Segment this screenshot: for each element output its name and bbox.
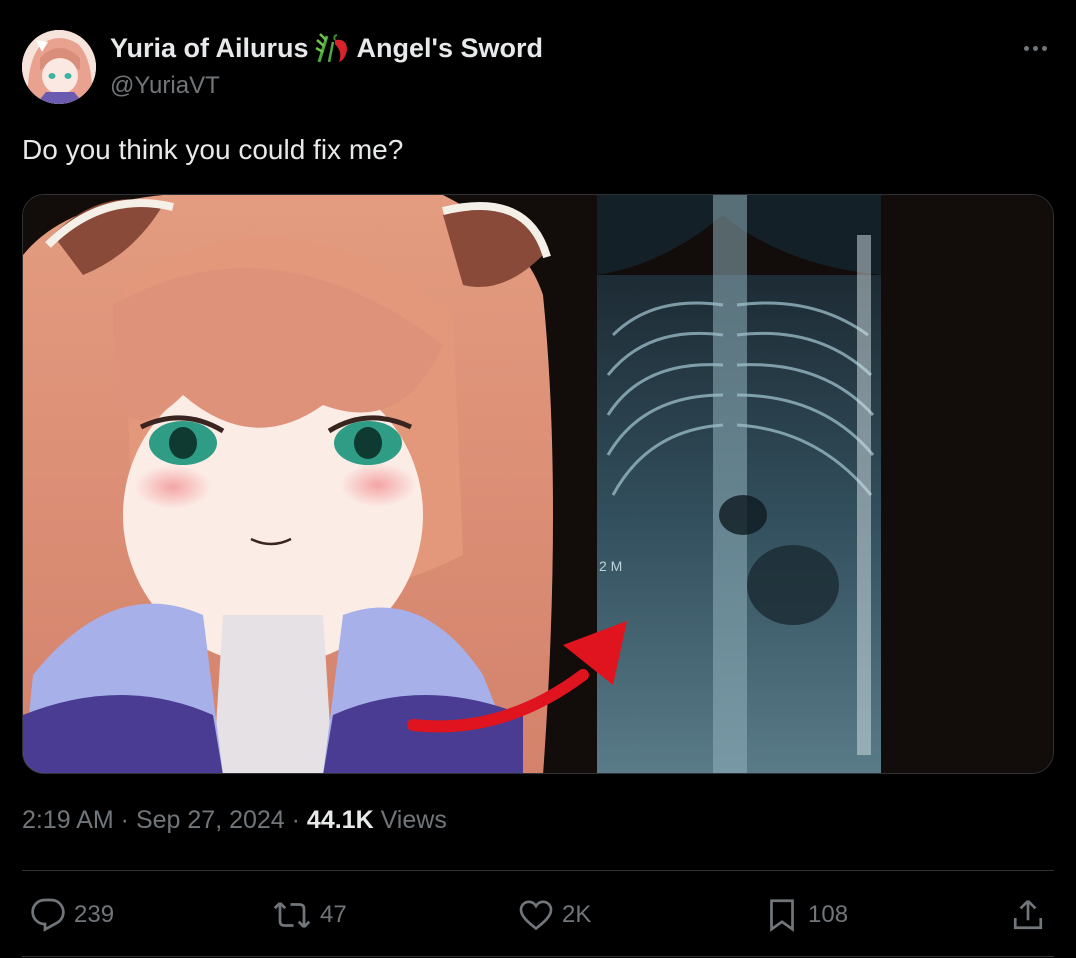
bamboo-and-chili-emoji-icon <box>314 32 351 64</box>
bookmark-count: 108 <box>808 901 849 928</box>
reply-button[interactable]: 239 <box>30 890 114 940</box>
more-dot <box>1041 45 1047 51</box>
divider <box>22 870 1054 871</box>
meta-separator: · <box>284 806 307 834</box>
heart-icon <box>519 900 553 931</box>
reply-icon <box>31 898 65 932</box>
author-name-text: Yuria of Ailurus <box>110 32 309 63</box>
tweet-meta: 2:19 AM · Sep 27, 2024 · 44.1K Views <box>22 806 447 835</box>
tweet-media-image[interactable]: 2 M <box>22 194 1054 774</box>
share-button[interactable] <box>1010 890 1046 940</box>
author-handle[interactable]: @YuriaVT <box>110 72 220 100</box>
like-count: 2K <box>562 901 592 928</box>
author-name-suffix: Angel's Sword <box>356 32 543 63</box>
action-bar: 239 47 2K 108 <box>22 890 1054 940</box>
divider <box>22 956 1054 957</box>
xray-film: 2 M <box>597 195 881 773</box>
repost-button[interactable]: 47 <box>272 890 347 940</box>
reply-count: 239 <box>74 901 115 928</box>
tweet: Yuria of Ailurus Angel's Sword @YuriaVT … <box>0 0 1076 958</box>
share-icon <box>1013 899 1043 930</box>
more-horizontal-icon <box>1023 45 1029 51</box>
repost-count: 47 <box>320 901 347 928</box>
author-display-name[interactable]: Yuria of Ailurus Angel's Sword <box>110 32 543 64</box>
like-button[interactable]: 2K <box>518 890 591 940</box>
meta-separator: · <box>113 806 136 834</box>
bookmark-button[interactable]: 108 <box>764 890 848 940</box>
more-dot <box>1032 45 1038 51</box>
views-label: Views <box>373 806 447 834</box>
xray-label: 2 M <box>599 558 622 574</box>
more-options-button[interactable] <box>1018 36 1052 60</box>
tweet-date[interactable]: Sep 27, 2024 <box>136 806 285 834</box>
tweet-text: Do you think you could fix me? <box>22 134 404 165</box>
bookmark-icon <box>770 899 794 932</box>
character-illustration <box>23 195 553 773</box>
tweet-time[interactable]: 2:19 AM <box>22 806 114 834</box>
avatar[interactable] <box>22 30 96 104</box>
views-count: 44.1K <box>306 806 374 834</box>
repost-icon <box>273 902 311 928</box>
